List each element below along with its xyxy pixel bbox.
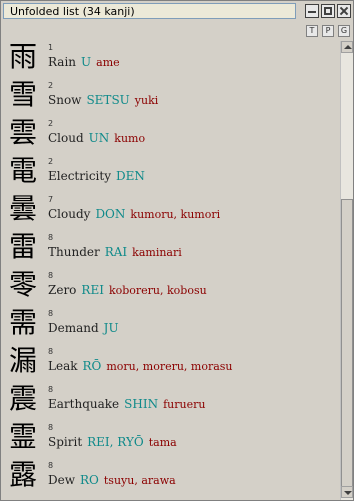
on-reading: SETSU: [86, 93, 130, 107]
kun-reading: koboreru, kobosu: [108, 284, 207, 297]
stroke-count: 8: [48, 385, 54, 394]
scroll-down-button[interactable]: [341, 486, 353, 498]
window-title[interactable]: Unfolded list (34 kanji): [3, 3, 296, 19]
kanji-glyph: 需: [9, 306, 38, 339]
maximize-icon: [324, 7, 332, 15]
stroke-count: 2: [48, 119, 54, 128]
kanji-glyph: 零: [9, 268, 38, 301]
on-reading: RAI: [104, 245, 128, 259]
meaning: Leak: [48, 359, 78, 373]
kanji-glyph: 雷: [9, 230, 38, 263]
p-button[interactable]: P: [322, 25, 334, 37]
kanji-glyph: 漏: [9, 344, 38, 377]
kanji-glyph: 雨: [9, 40, 38, 73]
on-reading: RO: [80, 473, 99, 487]
kun-reading: moru, moreru, morasu: [106, 360, 233, 373]
meaning: Earthquake: [48, 397, 120, 411]
on-reading: DON: [95, 207, 126, 221]
kanji-list: 雨 1 Rain Uame 雪 2 Snow SETSU yuki 雲 2 Cloud…: [9, 41, 334, 496]
on-reading: DEN: [115, 169, 145, 183]
stroke-count: 8: [48, 233, 54, 242]
list-item[interactable]: 震 8 Earthquake SHIN furueru: [9, 383, 334, 421]
minimize-button[interactable]: [305, 4, 319, 18]
list-item[interactable]: 雪 2 Snow SETSU yuki: [9, 79, 334, 117]
meaning: Electricity: [48, 169, 111, 183]
meaning: Cloudy: [48, 207, 91, 221]
app-window: Unfolded list (34 kanji) T P G 雨 1 Rain U…: [0, 0, 354, 501]
stroke-count: 7: [48, 195, 54, 204]
list-item[interactable]: 雲 2 Cloud UN kumo: [9, 117, 334, 155]
kun-reading: kaminari: [132, 246, 182, 259]
arrow-down-icon: [344, 491, 352, 495]
list-item[interactable]: 漏 8 Leak RŌ moru, moreru, morasu: [9, 345, 334, 383]
on-reading: JU: [103, 321, 119, 335]
meaning: Snow: [48, 93, 82, 107]
list-item[interactable]: 曇 7 Cloudy DON kumoru, kumori: [9, 193, 334, 231]
list-item[interactable]: 霊 8 Spirit REI, RYŌ tama: [9, 421, 334, 459]
list-item[interactable]: 零 8 Zero REI koboreru, kobosu: [9, 269, 334, 307]
meaning: Thunder: [48, 245, 100, 259]
g-button[interactable]: G: [338, 25, 350, 37]
stroke-count: 2: [48, 157, 54, 166]
t-button[interactable]: T: [306, 25, 318, 37]
kanji-glyph: 霊: [9, 420, 38, 453]
kanji-glyph: 震: [9, 382, 38, 415]
kun-reading: yuki: [134, 94, 159, 107]
meaning: Spirit: [48, 435, 83, 449]
on-reading: RŌ: [82, 359, 102, 373]
meaning: Rain: [48, 55, 77, 69]
stroke-count: 8: [48, 461, 54, 470]
kanji-glyph: 露: [9, 458, 38, 491]
close-icon: [340, 7, 348, 15]
on-reading: REI, RYŌ: [87, 435, 144, 449]
stroke-count: 8: [48, 347, 54, 356]
kanji-glyph: 曇: [9, 192, 38, 225]
minimize-icon: [308, 11, 316, 13]
list-item[interactable]: 電 2 Electricity DEN: [9, 155, 334, 193]
meaning: Cloud: [48, 131, 84, 145]
kun-reading: tsuyu, arawa: [103, 474, 176, 487]
list-item[interactable]: 需 8 Demand JU: [9, 307, 334, 345]
stroke-count: 8: [48, 309, 54, 318]
scroll-up-button[interactable]: [341, 41, 353, 53]
on-reading: REI: [81, 283, 104, 297]
stroke-count: 1: [48, 43, 54, 52]
stroke-count: 8: [48, 423, 54, 432]
list-item[interactable]: 雨 1 Rain Uame: [9, 41, 334, 79]
meaning: Dew: [48, 473, 75, 487]
kanji-glyph: 雲: [9, 116, 38, 149]
on-reading: SHIN: [124, 397, 159, 411]
kun-reading: kumo: [114, 132, 146, 145]
kun-reading: ame: [96, 56, 120, 69]
kanji-glyph: 電: [9, 154, 38, 187]
kanji-glyph: 雪: [9, 78, 38, 111]
list-item[interactable]: 雷 8 Thunder RAI kaminari: [9, 231, 334, 269]
on-reading: UN: [88, 131, 110, 145]
stroke-count: 8: [48, 271, 54, 280]
on-reading: U: [81, 55, 92, 69]
kun-reading: kumoru, kumori: [130, 208, 221, 221]
close-button[interactable]: [337, 4, 351, 18]
stroke-count: 2: [48, 81, 54, 90]
vertical-scrollbar[interactable]: [340, 41, 353, 500]
arrow-up-icon: [344, 45, 352, 49]
kun-reading: tama: [148, 436, 177, 449]
scroll-thumb[interactable]: [341, 199, 353, 489]
meaning: Zero: [48, 283, 77, 297]
maximize-button[interactable]: [321, 4, 335, 18]
meaning: Demand: [48, 321, 99, 335]
kun-reading: furueru: [163, 398, 206, 411]
list-item[interactable]: 露 8 Dew RO tsuyu, arawa: [9, 459, 334, 497]
